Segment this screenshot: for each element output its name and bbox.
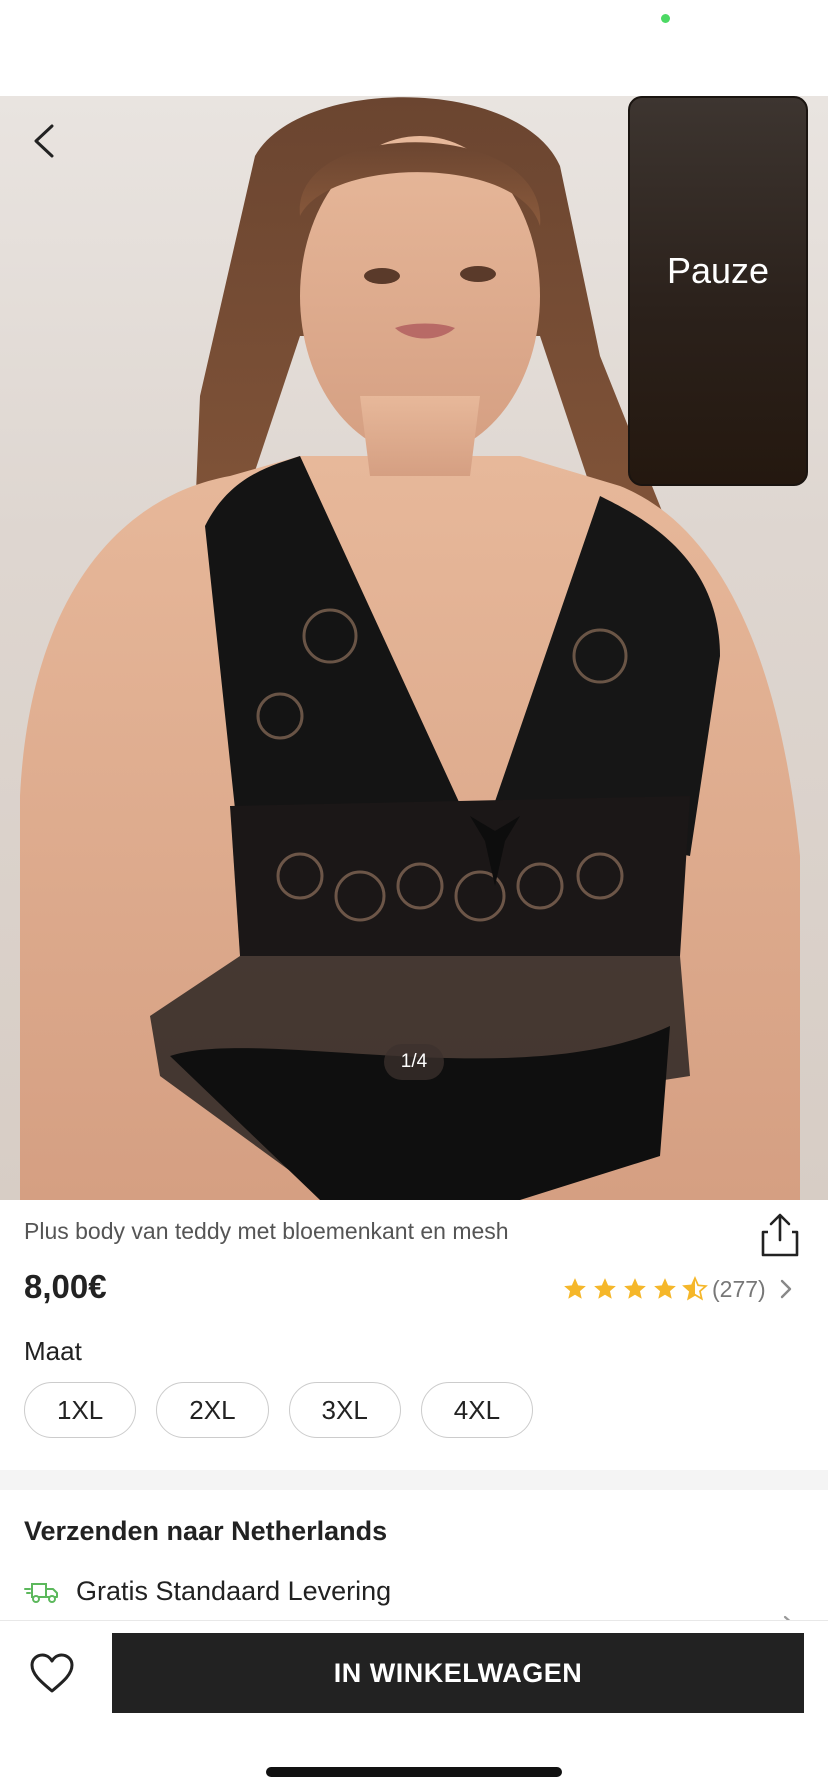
star-icon [624,1278,646,1299]
size-label: Maat [24,1336,82,1366]
privacy-indicator-dot [661,14,670,23]
size-option-1xl[interactable]: 1XL [24,1382,137,1438]
pip-video-overlay[interactable]: Pauze [628,96,808,486]
home-indicator [266,1767,562,1777]
rating-count: (277) [712,1275,766,1302]
image-counter: 1/4 [384,1044,444,1080]
rating-summary[interactable]: (277) [562,1273,796,1305]
share-icon[interactable] [760,1212,800,1258]
product-price: 8,00€ [24,1268,107,1305]
delivery-truck-icon [24,1582,58,1603]
chevron-right-icon [780,1279,791,1299]
rating-stars [562,1276,708,1302]
shipping-option-label: Gratis Standaard Levering [76,1576,392,1606]
product-image-gallery[interactable]: Pauze 1/4 [0,96,828,1200]
size-options: 1XL 2XL 3XL 4XL [24,1382,534,1438]
star-icon [564,1278,586,1299]
shipping-option-row[interactable]: Gratis Standaard Levering [24,1576,391,1607]
size-option-4xl[interactable]: 4XL [420,1382,534,1438]
section-divider [0,1470,828,1490]
half-star-icon [682,1276,708,1301]
back-chevron-icon[interactable] [22,118,68,164]
size-option-3xl[interactable]: 3XL [288,1382,401,1438]
bottom-action-bar: IN WINKELWAGEN [0,1620,828,1792]
size-option-2xl[interactable]: 2XL [156,1382,269,1438]
add-to-cart-button[interactable]: IN WINKELWAGEN [112,1633,804,1713]
shipping-title: Verzenden naar Netherlands [24,1516,388,1546]
star-icon [594,1278,616,1299]
wishlist-heart-icon[interactable] [28,1651,76,1695]
pip-pause-label[interactable]: Pauze [667,250,769,292]
status-bar [0,0,828,96]
product-title: Plus body van teddy met bloemenkant en m… [24,1218,509,1244]
star-icon [654,1278,676,1299]
